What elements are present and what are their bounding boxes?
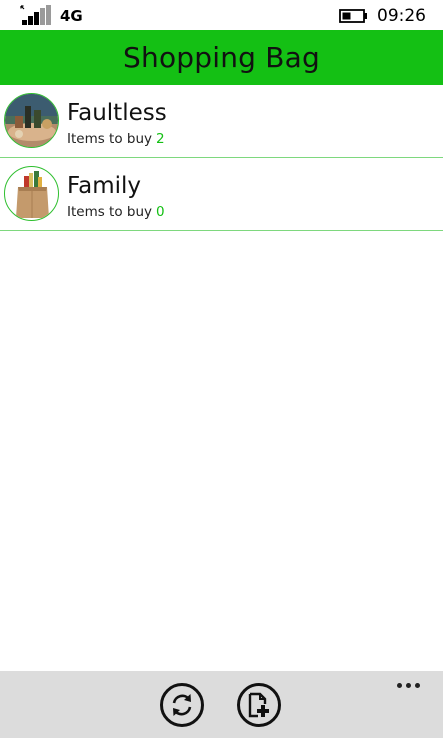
phone-screen: 4G 09:26 Shopping Bag Faultless Items to… (0, 0, 443, 738)
list-item-faultless[interactable]: Faultless Items to buy 2 (0, 85, 443, 158)
sync-icon (172, 694, 192, 716)
list-subtitle: Items to buy 0 (67, 203, 165, 221)
status-bar: 4G 09:26 (0, 0, 443, 30)
ellipsis-icon (415, 683, 420, 688)
app-bar (0, 671, 443, 738)
ellipsis-icon (406, 683, 411, 688)
sync-button[interactable] (160, 683, 204, 727)
items-to-buy-label: Items to buy (67, 204, 153, 220)
ellipsis-icon (397, 683, 402, 688)
items-to-buy-count: 2 (156, 131, 165, 147)
battery-icon (339, 9, 367, 23)
add-document-icon (248, 692, 269, 718)
list-item-family[interactable]: Family Items to buy 0 (0, 158, 443, 231)
items-to-buy-count: 0 (156, 204, 165, 220)
signal-bars-icon (20, 5, 51, 25)
page-title: Shopping Bag (123, 41, 320, 74)
list-name: Faultless (67, 100, 167, 126)
add-list-button[interactable] (237, 683, 281, 727)
clock: 09:26 (377, 6, 426, 26)
paper-bag-icon (4, 166, 59, 221)
more-options-button[interactable] (395, 681, 425, 691)
network-type-label: 4G (60, 7, 83, 25)
avatar-photo (4, 93, 59, 148)
header-bar: Shopping Bag (0, 30, 443, 85)
list-name: Family (67, 173, 142, 199)
items-to-buy-label: Items to buy (67, 131, 153, 147)
shopping-lists: Faultless Items to buy 2 Family Items to … (0, 85, 443, 231)
list-subtitle: Items to buy 2 (67, 130, 165, 148)
